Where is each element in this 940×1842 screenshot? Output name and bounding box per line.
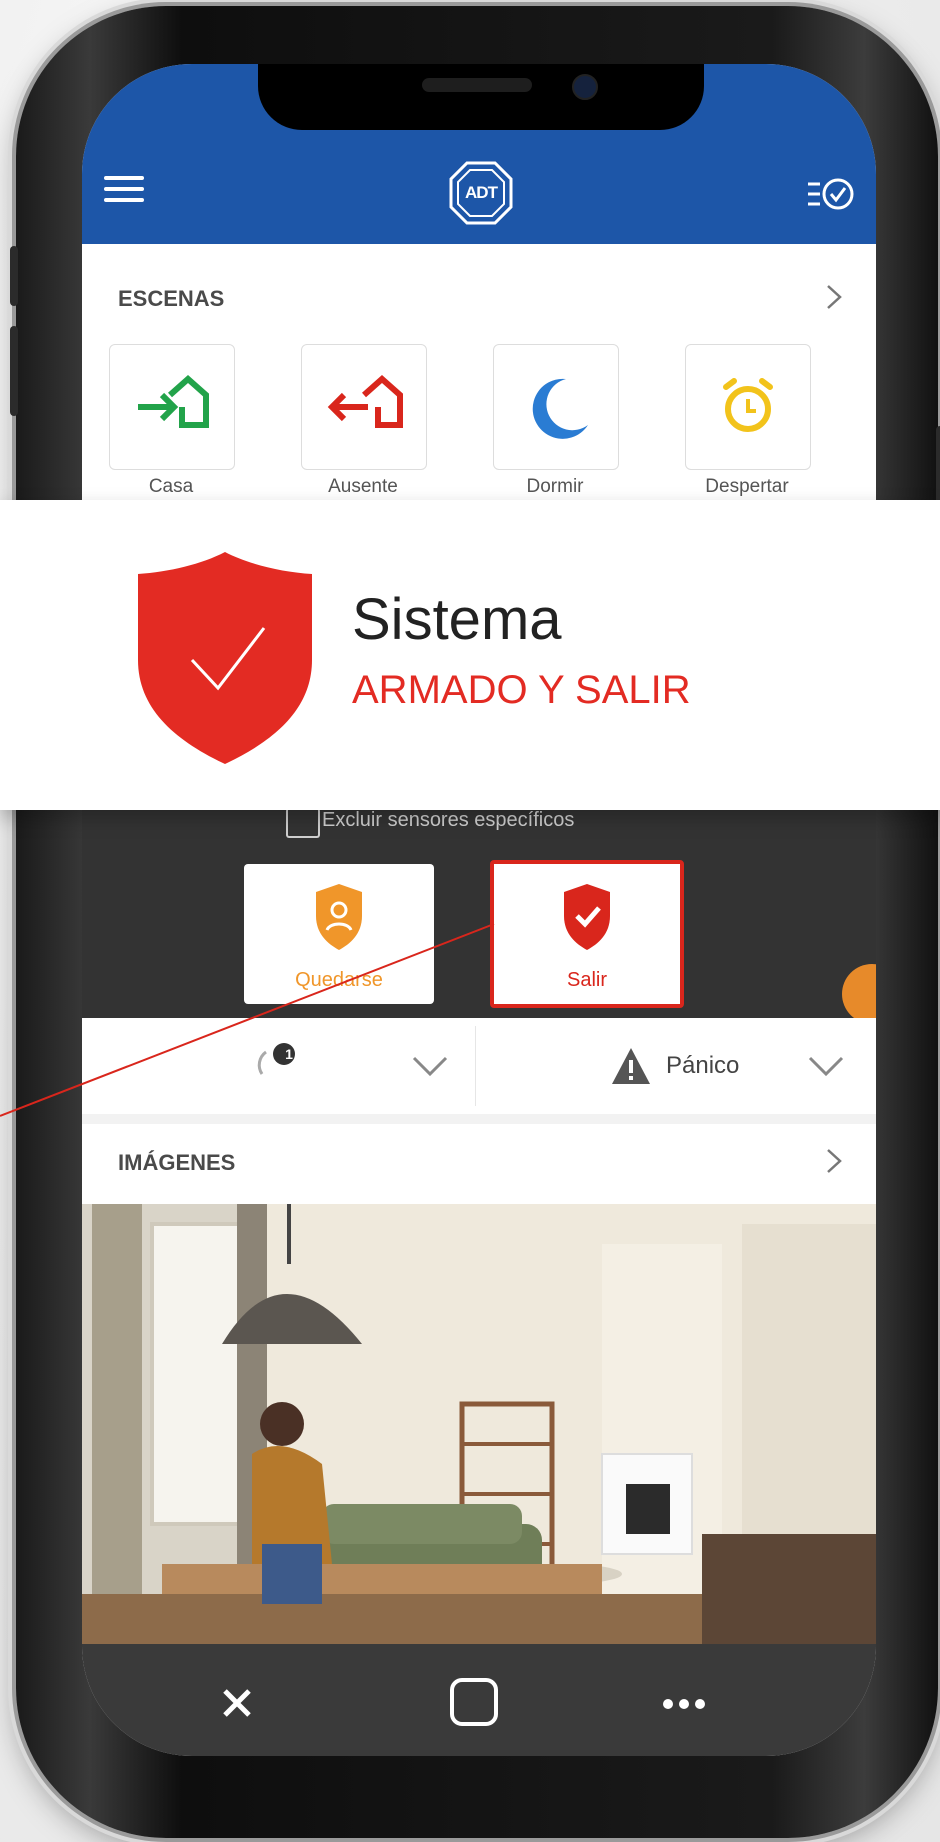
chevron-down-icon[interactable] [808, 1054, 844, 1078]
scene-label: Despertar [705, 476, 789, 497]
arm-stay-label: Quedarse [295, 969, 383, 991]
living-room-photo [82, 1204, 876, 1644]
actions-row [82, 1018, 876, 1114]
checklist-history-icon[interactable] [806, 174, 856, 214]
phone-notch [258, 64, 704, 130]
badge-count: 1 [285, 1046, 293, 1062]
phone-side-button [10, 246, 18, 306]
chevron-right-icon[interactable] [820, 284, 846, 310]
scene-despertar-button[interactable] [685, 344, 811, 470]
arming-panel [82, 808, 876, 1018]
hamburger-menu-icon[interactable] [104, 176, 144, 206]
system-title: Sistema [352, 587, 562, 652]
exclude-sensors-label: Excluir sensores específicos [322, 809, 575, 831]
camera-snapshot-image[interactable] [82, 1204, 876, 1644]
chevron-down-icon[interactable] [412, 1054, 448, 1078]
arm-away-label: Salir [566, 969, 607, 991]
actions-divider [475, 1026, 476, 1106]
system-status-text: ARMADO Y SALIR [352, 668, 691, 712]
speaker-grille [422, 78, 532, 92]
system-status-callout: Sistema ARMADO Y SALIR [0, 500, 940, 810]
scenes-title: ESCENAS [118, 286, 225, 311]
shield-person-icon [316, 884, 362, 950]
exclude-sensors-checkbox[interactable] [286, 808, 320, 838]
bottom-nav-bar [82, 1644, 876, 1756]
adt-logo: ADT [447, 159, 515, 227]
home-enter-icon [138, 374, 209, 428]
close-icon[interactable] [222, 1688, 252, 1718]
app-header: ADT [82, 64, 876, 244]
shield-check-icon [564, 884, 610, 950]
arm-stay-button[interactable]: Quedarse [244, 864, 434, 1004]
arm-away-button[interactable]: Salir [490, 860, 684, 1008]
front-camera [572, 74, 598, 100]
scene-ausente-button[interactable] [301, 344, 427, 470]
scene-label: Dormir [526, 476, 584, 497]
shield-check-icon [138, 552, 312, 764]
alarm-clock-icon [723, 378, 773, 432]
warning-triangle-icon [612, 1048, 650, 1084]
scene-casa-button[interactable] [109, 344, 235, 470]
images-title: IMÁGENES [118, 1150, 236, 1175]
phone-screen: ADT ESCENAS Casa Ausente Dormir Desperta… [82, 64, 876, 1756]
square-home-icon[interactable] [450, 1678, 498, 1726]
chevron-right-icon[interactable] [820, 1148, 846, 1174]
moon-icon [532, 378, 588, 439]
phone-side-button [10, 326, 18, 416]
more-dots-icon[interactable] [662, 1698, 706, 1710]
panic-label[interactable]: Pánico [666, 1052, 739, 1080]
scene-label: Casa [148, 476, 194, 497]
images-card: IMÁGENES [82, 1124, 876, 1204]
home-exit-icon [327, 374, 403, 428]
scene-label: Ausente [328, 476, 398, 497]
logo-text: ADT [465, 183, 498, 202]
scene-dormir-button[interactable] [493, 344, 619, 470]
